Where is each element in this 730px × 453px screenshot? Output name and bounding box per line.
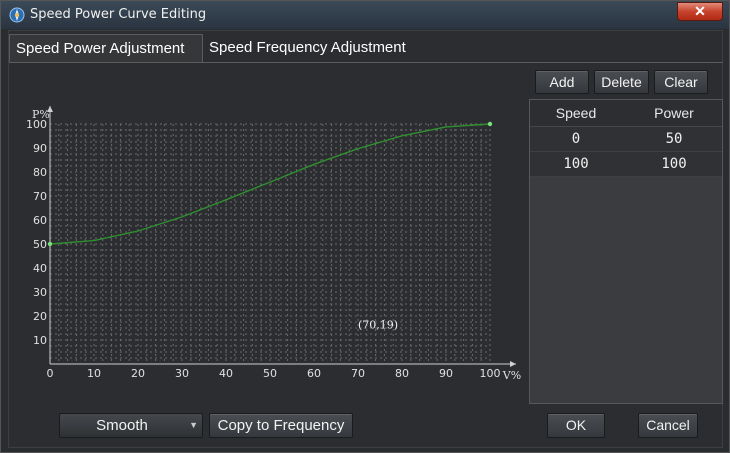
- y-tick-label: 90: [33, 142, 47, 155]
- window-title: Speed Power Curve Editing: [30, 7, 207, 22]
- cell-power[interactable]: 50: [626, 127, 722, 151]
- close-icon: ✕: [694, 3, 706, 19]
- tab-speed-power[interactable]: Speed Power Adjustment: [9, 34, 203, 62]
- dialog-window: Speed Power Curve Editing ✕ Speed Power …: [0, 0, 730, 453]
- table-row[interactable]: 0 50: [530, 127, 722, 152]
- x-tick-label: 100: [480, 367, 501, 380]
- x-tick-label: 0: [47, 367, 54, 380]
- y-tick-label: 50: [33, 238, 47, 251]
- y-tick-label: 30: [33, 286, 47, 299]
- chevron-down-icon: ▼: [189, 420, 198, 430]
- curve-mode-value: Smooth: [96, 417, 148, 434]
- y-tick-label: 40: [33, 262, 47, 275]
- x-tick-label: 40: [219, 367, 233, 380]
- x-tick-label: 50: [263, 367, 277, 380]
- cell-speed[interactable]: 100: [530, 152, 622, 176]
- close-button[interactable]: ✕: [677, 2, 723, 21]
- control-point[interactable]: [487, 121, 493, 127]
- x-axis-arrow-icon: [510, 361, 516, 367]
- x-tick-label: 20: [131, 367, 145, 380]
- tab-speed-frequency[interactable]: Speed Frequency Adjustment: [203, 34, 433, 62]
- speed-power-chart[interactable]: 0 10 20 30 40 50 60 70 80 90 100 10 20 30 40 50 60 70 80 90…: [27, 93, 527, 398]
- tab-divider: [9, 62, 723, 63]
- y-tick-label: 10: [33, 334, 47, 347]
- clear-button[interactable]: Clear: [654, 70, 708, 94]
- points-table[interactable]: Speed Power 0 50 100 100: [529, 99, 723, 404]
- x-tick-label: 10: [87, 367, 101, 380]
- app-icon: [9, 7, 25, 23]
- cursor-coordinate-readout: (70,19): [358, 318, 398, 331]
- copy-to-frequency-button[interactable]: Copy to Frequency: [209, 413, 353, 438]
- y-axis-label: P%: [32, 108, 50, 121]
- ok-button[interactable]: OK: [547, 413, 605, 438]
- y-tick-label: 20: [33, 310, 47, 323]
- add-button[interactable]: Add: [535, 70, 589, 94]
- y-tick-label: 70: [33, 190, 47, 203]
- x-tick-label: 60: [307, 367, 321, 380]
- x-tick-label: 30: [175, 367, 189, 380]
- x-tick-label: 80: [395, 367, 409, 380]
- column-header-power[interactable]: Power: [626, 100, 722, 126]
- control-point[interactable]: [47, 241, 53, 247]
- cancel-button[interactable]: Cancel: [638, 413, 698, 438]
- column-header-speed[interactable]: Speed: [530, 100, 622, 126]
- y-tick-label: 80: [33, 166, 47, 179]
- x-axis-label: V%: [502, 369, 521, 382]
- table-header: Speed Power: [530, 100, 722, 127]
- cell-power[interactable]: 100: [626, 152, 722, 176]
- y-tick-label: 60: [33, 214, 47, 227]
- x-tick-label: 70: [351, 367, 365, 380]
- title-bar[interactable]: Speed Power Curve Editing ✕: [1, 1, 729, 29]
- delete-button[interactable]: Delete: [594, 70, 649, 94]
- curve-mode-select[interactable]: Smooth ▼: [59, 413, 203, 438]
- table-row[interactable]: 100 100: [530, 152, 722, 177]
- x-tick-label: 90: [439, 367, 453, 380]
- cell-speed[interactable]: 0: [530, 127, 622, 151]
